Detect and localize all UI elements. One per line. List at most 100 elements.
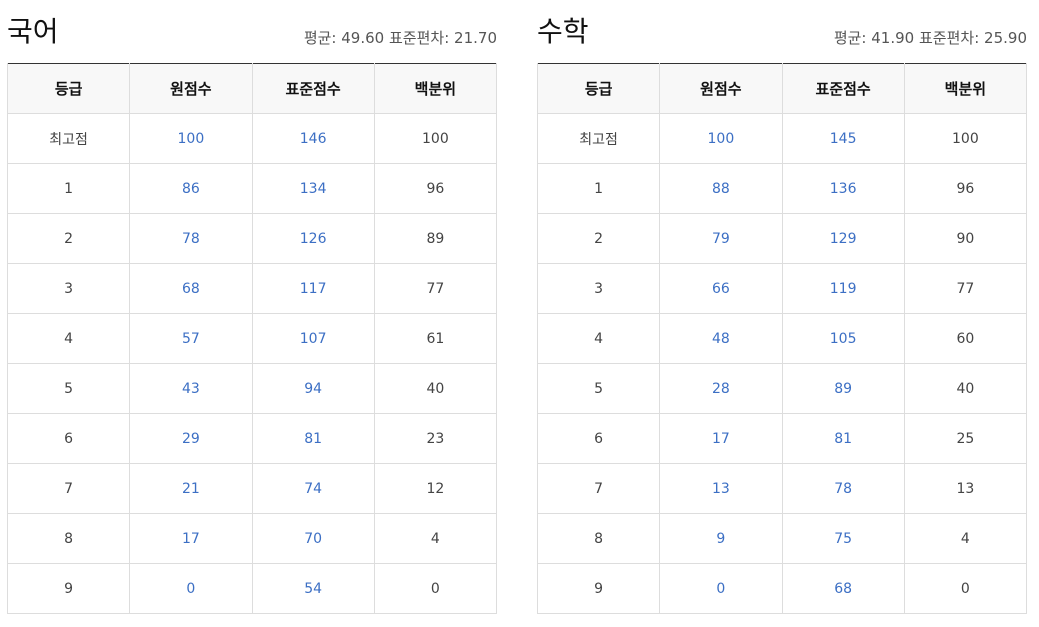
cell-standard-score[interactable]: 81 (251, 413, 375, 464)
cell-grade: 6 (536, 413, 661, 464)
cell-percentile: 25 (903, 413, 1028, 464)
header-raw-score: 원점수 (129, 63, 253, 114)
cell-raw-score[interactable]: 17 (129, 513, 253, 564)
std-label: 표준편차: (389, 29, 450, 47)
cell-raw-score[interactable]: 0 (659, 563, 783, 614)
cell-percentile: 61 (373, 313, 498, 364)
cell-raw-score[interactable]: 66 (659, 263, 783, 314)
table-row: 7 13 78 13 (536, 463, 1028, 514)
header-percentile: 백분위 (373, 63, 498, 114)
cell-grade: 9 (536, 563, 661, 614)
math-score-panel: 수학 평균: 41.90 표준편차: 25.90 등급 원점수 표준점수 백분위… (536, 0, 1028, 614)
table-row: 4 48 105 60 (536, 313, 1028, 364)
cell-standard-score[interactable]: 136 (781, 163, 905, 214)
table-header-row: 등급 원점수 표준점수 백분위 (536, 63, 1028, 114)
cell-percentile: 0 (373, 563, 498, 614)
cell-standard-score[interactable]: 74 (251, 463, 375, 514)
table-row: 최고점 100 145 100 (536, 113, 1028, 164)
cell-standard-score[interactable]: 146 (251, 113, 375, 164)
cell-raw-score[interactable]: 86 (129, 163, 253, 214)
header-standard-score: 표준점수 (781, 63, 905, 114)
korean-score-panel: 국어 평균: 49.60 표준편차: 21.70 등급 원점수 표준점수 백분위… (6, 0, 498, 614)
cell-percentile: 4 (903, 513, 1028, 564)
cell-percentile: 100 (903, 113, 1028, 164)
cell-standard-score[interactable]: 105 (781, 313, 905, 364)
cell-standard-score[interactable]: 81 (781, 413, 905, 464)
cell-grade: 4 (6, 313, 131, 364)
cell-standard-score[interactable]: 68 (781, 563, 905, 614)
cell-percentile: 40 (903, 363, 1028, 414)
cell-raw-score[interactable]: 48 (659, 313, 783, 364)
cell-standard-score[interactable]: 70 (251, 513, 375, 564)
panel-stats: 평균: 41.90 표준편차: 25.90 (834, 28, 1027, 48)
score-table: 등급 원점수 표준점수 백분위 최고점 100 145 100 1 88 136 96 2 79 1… (536, 63, 1028, 614)
cell-raw-score[interactable]: 17 (659, 413, 783, 464)
table-row: 8 9 75 4 (536, 513, 1028, 564)
table-row: 6 17 81 25 (536, 413, 1028, 464)
cell-raw-score[interactable]: 100 (129, 113, 253, 164)
cell-percentile: 13 (903, 463, 1028, 514)
cell-standard-score[interactable]: 94 (251, 363, 375, 414)
table-row: 2 79 129 90 (536, 213, 1028, 264)
table-row: 7 21 74 12 (6, 463, 498, 514)
cell-raw-score[interactable]: 78 (129, 213, 253, 264)
panel-header: 수학 평균: 41.90 표준편차: 25.90 (537, 0, 1027, 63)
cell-grade: 1 (536, 163, 661, 214)
header-grade: 등급 (536, 63, 661, 114)
panel-title: 국어 (7, 15, 59, 48)
cell-percentile: 60 (903, 313, 1028, 364)
cell-raw-score[interactable]: 0 (129, 563, 253, 614)
table-row: 9 0 68 0 (536, 563, 1028, 614)
cell-raw-score[interactable]: 88 (659, 163, 783, 214)
cell-grade: 2 (536, 213, 661, 264)
cell-raw-score[interactable]: 28 (659, 363, 783, 414)
mean-label: 평균: (303, 29, 337, 47)
cell-standard-score[interactable]: 54 (251, 563, 375, 614)
cell-standard-score[interactable]: 145 (781, 113, 905, 164)
cell-grade: 3 (6, 263, 131, 314)
cell-standard-score[interactable]: 75 (781, 513, 905, 564)
cell-percentile: 100 (373, 113, 498, 164)
cell-raw-score[interactable]: 57 (129, 313, 253, 364)
header-standard-score: 표준점수 (251, 63, 375, 114)
cell-standard-score[interactable]: 107 (251, 313, 375, 364)
cell-raw-score[interactable]: 43 (129, 363, 253, 414)
score-table: 등급 원점수 표준점수 백분위 최고점 100 146 100 1 86 134 96 2 78 1… (6, 63, 498, 614)
cell-grade: 8 (536, 513, 661, 564)
table-row: 8 17 70 4 (6, 513, 498, 564)
header-percentile: 백분위 (903, 63, 1028, 114)
cell-raw-score[interactable]: 13 (659, 463, 783, 514)
cell-raw-score[interactable]: 9 (659, 513, 783, 564)
cell-raw-score[interactable]: 79 (659, 213, 783, 264)
cell-standard-score[interactable]: 134 (251, 163, 375, 214)
cell-raw-score[interactable]: 68 (129, 263, 253, 314)
cell-percentile: 96 (903, 163, 1028, 214)
cell-standard-score[interactable]: 119 (781, 263, 905, 314)
cell-standard-score[interactable]: 78 (781, 463, 905, 514)
cell-raw-score[interactable]: 29 (129, 413, 253, 464)
cell-grade: 6 (6, 413, 131, 464)
table-row: 5 28 89 40 (536, 363, 1028, 414)
cell-standard-score[interactable]: 89 (781, 363, 905, 414)
cell-percentile: 77 (903, 263, 1028, 314)
cell-standard-score[interactable]: 126 (251, 213, 375, 264)
cell-grade: 최고점 (536, 113, 661, 164)
mean-value: 41.90 (871, 29, 915, 47)
cell-grade: 1 (6, 163, 131, 214)
cell-raw-score[interactable]: 100 (659, 113, 783, 164)
table-row: 9 0 54 0 (6, 563, 498, 614)
cell-standard-score[interactable]: 117 (251, 263, 375, 314)
cell-raw-score[interactable]: 21 (129, 463, 253, 514)
header-raw-score: 원점수 (659, 63, 783, 114)
cell-percentile: 89 (373, 213, 498, 264)
std-label: 표준편차: (919, 29, 980, 47)
cell-grade: 7 (6, 463, 131, 514)
cell-percentile: 4 (373, 513, 498, 564)
mean-value: 49.60 (341, 29, 385, 47)
cell-standard-score[interactable]: 129 (781, 213, 905, 264)
cell-grade: 2 (6, 213, 131, 264)
table-row: 2 78 126 89 (6, 213, 498, 264)
panel-stats: 평균: 49.60 표준편차: 21.70 (304, 28, 497, 48)
cell-grade: 5 (6, 363, 131, 414)
cell-percentile: 0 (903, 563, 1028, 614)
